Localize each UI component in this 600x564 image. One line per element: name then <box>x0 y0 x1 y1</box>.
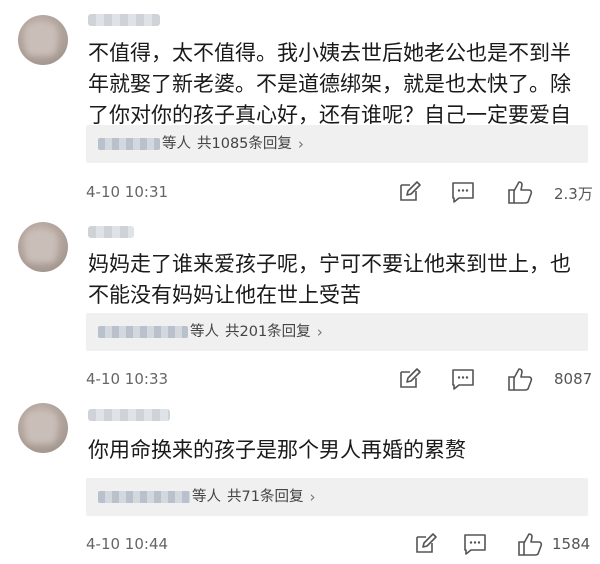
thumbs-up-icon[interactable] <box>516 531 544 557</box>
replies-link[interactable]: 等人 共1085条回复 › <box>86 125 588 163</box>
replies-link[interactable]: 等人 共201条回复 › <box>86 313 588 351</box>
reply-users-redacted <box>98 138 160 150</box>
avatar[interactable] <box>18 403 68 453</box>
chevron-right-icon: › <box>297 135 304 153</box>
edit-icon[interactable] <box>396 366 422 392</box>
like-count: 1584 <box>552 535 591 553</box>
replies-link[interactable]: 等人 共71条回复 › <box>86 478 588 516</box>
thumbs-up-icon[interactable] <box>506 366 534 392</box>
timestamp: 4-10 10:31 <box>86 183 169 201</box>
reply-suffix: 等人 <box>162 136 191 152</box>
username-redacted[interactable] <box>88 14 160 26</box>
username-redacted[interactable] <box>88 409 170 421</box>
timestamp: 4-10 10:33 <box>86 370 169 388</box>
reply-count: 共201条回复 <box>225 324 311 340</box>
comment-text: 妈妈走了谁来爱孩子呢，宁可不要让他来到世上，也不能没有妈妈让他在世上受苦 <box>88 252 571 307</box>
username-redacted[interactable] <box>88 226 134 238</box>
reply-count: 共1085条回复 <box>197 136 292 152</box>
comment-icon[interactable] <box>450 366 476 392</box>
like-count: 8087 <box>554 370 593 388</box>
reply-users-redacted <box>98 326 188 338</box>
timestamp: 4-10 10:44 <box>86 535 169 553</box>
comment-icon[interactable] <box>450 179 476 205</box>
thumbs-up-icon[interactable] <box>506 179 534 205</box>
reply-count: 共71条回复 <box>227 489 304 505</box>
avatar[interactable] <box>18 15 68 65</box>
chevron-right-icon: › <box>309 488 316 506</box>
edit-icon[interactable] <box>396 179 422 205</box>
comment-icon[interactable] <box>462 531 488 557</box>
reply-suffix: 等人 <box>192 489 221 505</box>
comment-meta: 4-10 10:31 2.3万 <box>86 179 596 209</box>
comment-meta: 4-10 10:33 8087 <box>86 366 596 396</box>
reply-suffix: 等人 <box>190 324 219 340</box>
comment-meta: 4-10 10:44 1584 <box>86 531 596 561</box>
comment-text: 你用命换来的孩子是那个男人再婚的累赘 <box>88 438 466 462</box>
edit-icon[interactable] <box>412 531 438 557</box>
like-count: 2.3万 <box>554 185 593 203</box>
avatar[interactable] <box>18 222 68 272</box>
chevron-right-icon: › <box>316 323 323 341</box>
reply-users-redacted <box>98 491 190 503</box>
